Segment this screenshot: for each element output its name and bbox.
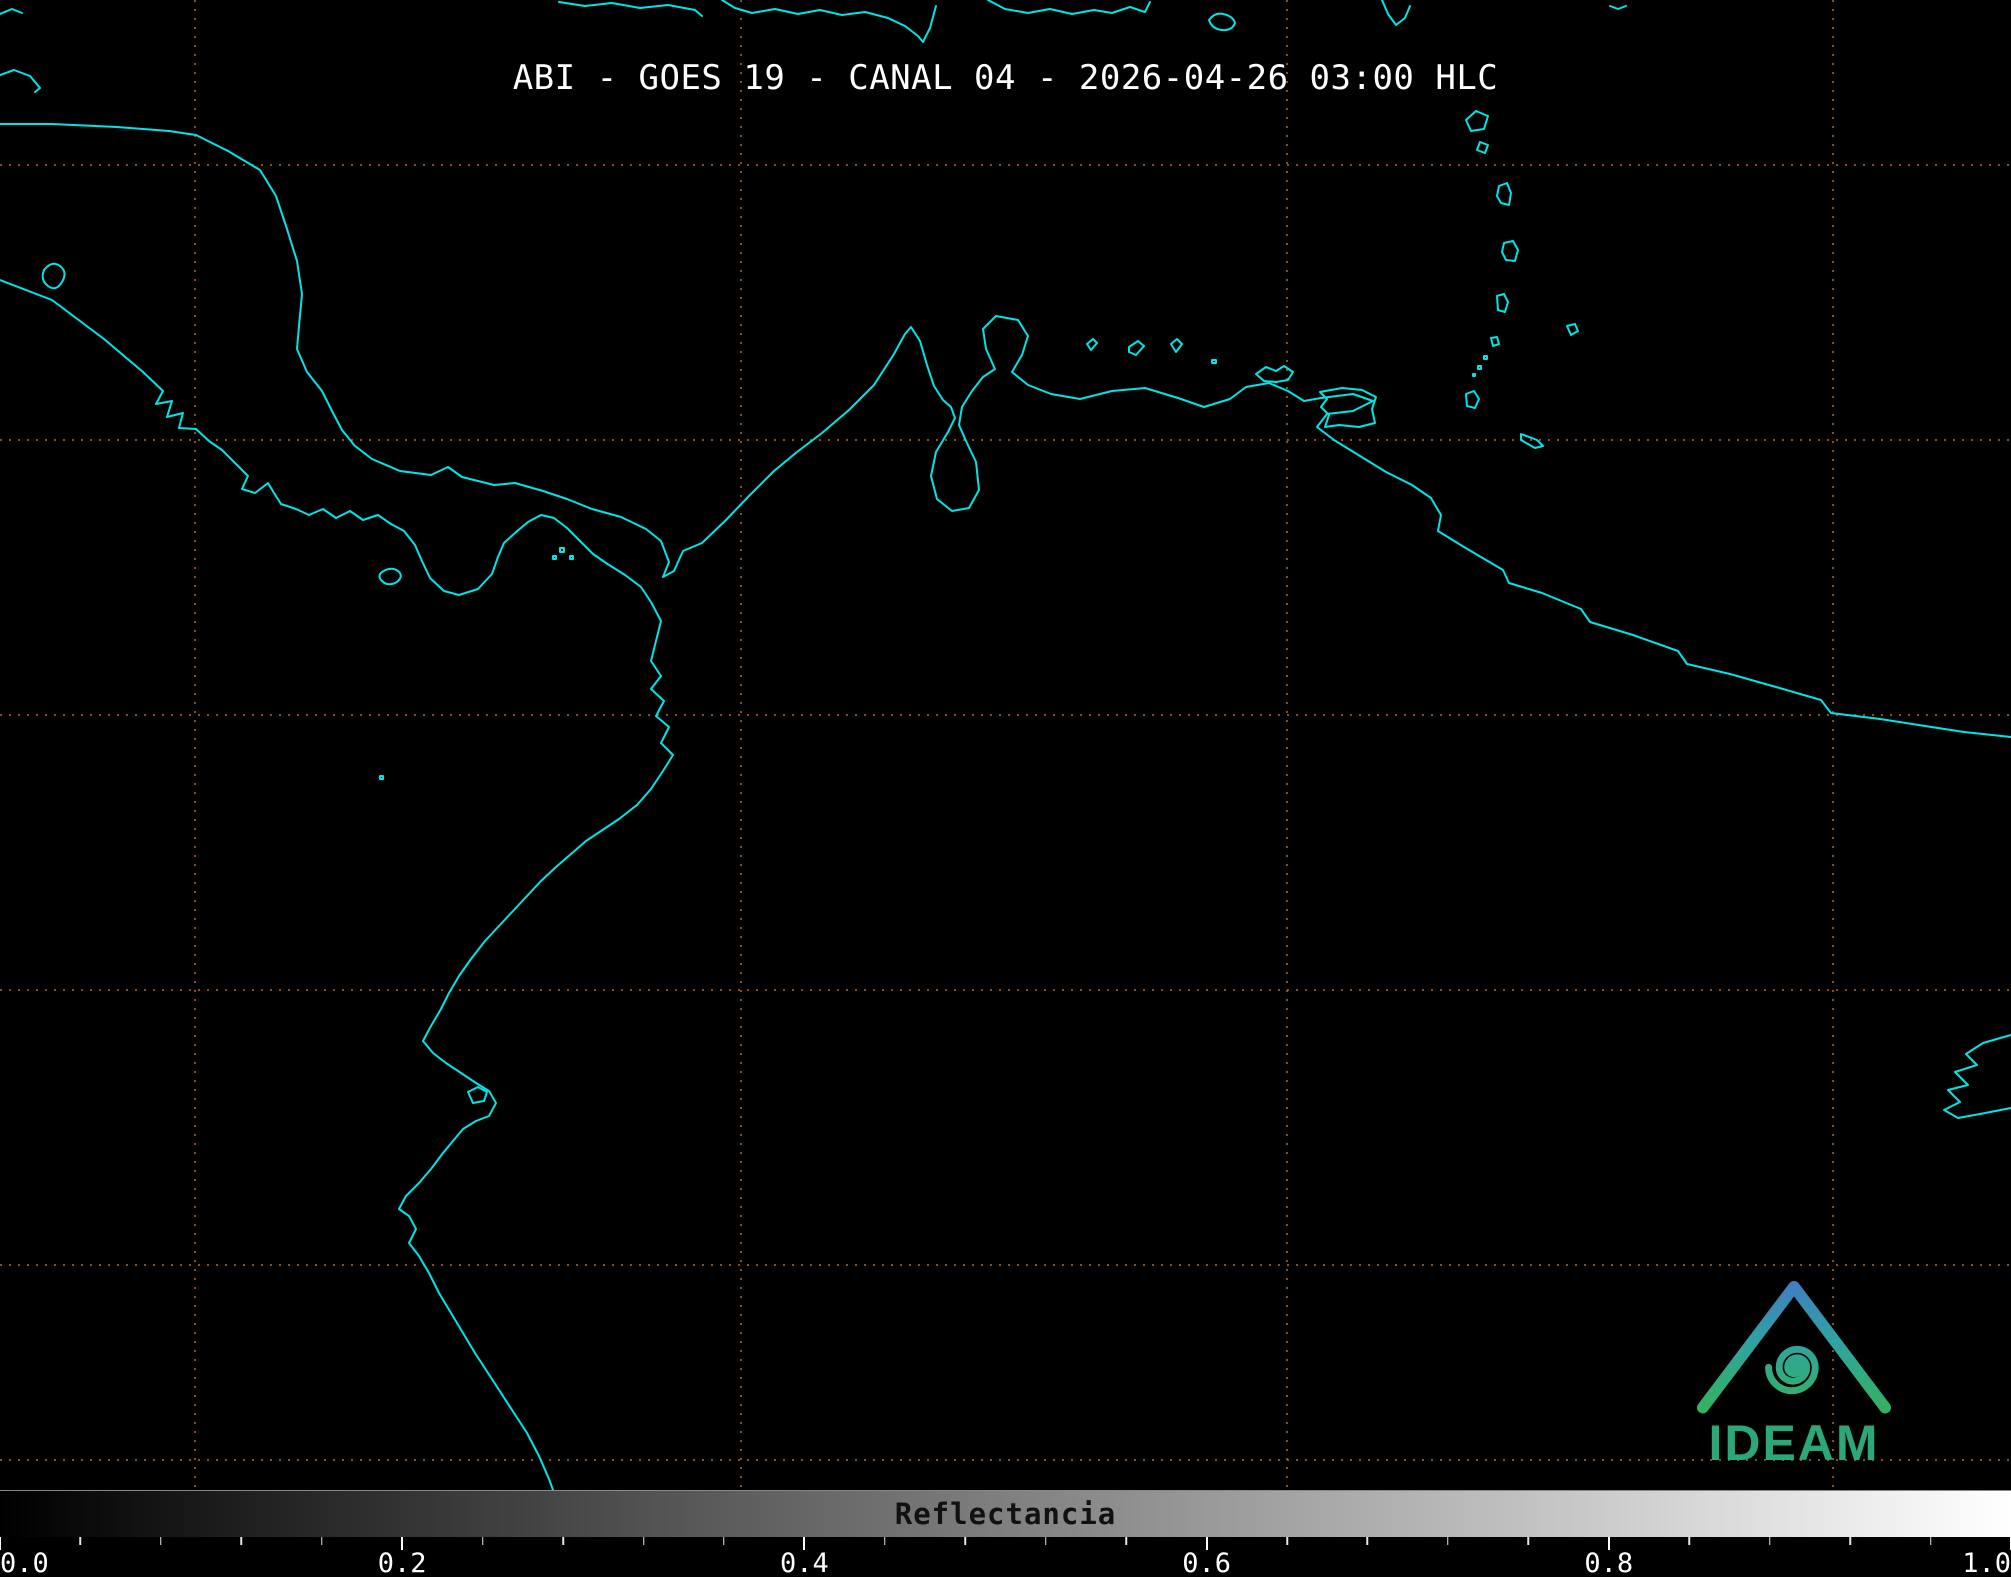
- map-area: ABI - GOES 19 - CANAL 04 - 2026-04-26 03…: [0, 0, 2011, 1490]
- coastline-pacific: [0, 279, 674, 1490]
- colorbar-minor-tick: [562, 1537, 564, 1545]
- colorbar: Reflectancia: [0, 1490, 2011, 1537]
- colorbar-minor-tick: [79, 1537, 82, 1545]
- colorbar-minor-tick: [1527, 1537, 1530, 1545]
- river-line: [1943, 1034, 2011, 1119]
- colorbar-minor-tick: [1286, 1537, 1288, 1545]
- image-title: ABI - GOES 19 - CANAL 04 - 2026-04-26 03…: [512, 58, 1499, 98]
- colorbar-minor-tick: [723, 1537, 725, 1545]
- colorbar-label: Reflectancia: [894, 1497, 1117, 1531]
- colorbar-tick-label: 0.2: [377, 1548, 427, 1577]
- coastline-caribbean-south-america: [0, 123, 2011, 738]
- colorbar-tick-label: 0.0: [0, 1548, 49, 1577]
- colorbar-minor-tick: [642, 1537, 645, 1545]
- colorbar-minor-tick: [1929, 1537, 1932, 1545]
- colorbar-minor-tick: [1849, 1537, 1851, 1545]
- colorbar-minor-tick: [1366, 1537, 1369, 1545]
- colorbar-minor-tick: [964, 1537, 967, 1545]
- colorbar-minor-tick: [240, 1537, 243, 1545]
- colorbar-minor-tick: [481, 1537, 484, 1545]
- colorbar-tick-label: 0.6: [1182, 1548, 1231, 1577]
- ideam-logo-text: IDEAM: [1708, 1415, 1880, 1471]
- satellite-image-figure: ABI - GOES 19 - CANAL 04 - 2026-04-26 03…: [0, 0, 2011, 1577]
- colorbar-tick-label: 0.8: [1584, 1548, 1634, 1577]
- hurricane-swirl-icon: [1765, 1345, 1819, 1395]
- colorbar-minor-tick: [160, 1537, 162, 1545]
- islands: [41, 12, 1579, 1104]
- ideam-logo: IDEAM: [1688, 1255, 1900, 1475]
- colorbar-minor-tick: [1125, 1537, 1127, 1545]
- colorbar-minor-tick: [1768, 1537, 1771, 1545]
- ideam-logo-mark: [1697, 1280, 1891, 1414]
- colorbar-tick-label: 1.0: [1962, 1548, 2011, 1577]
- colorbar-minor-tick: [884, 1537, 886, 1545]
- colorbar-minor-tick: [1447, 1537, 1449, 1545]
- colorbar-minor-tick: [1688, 1537, 1690, 1545]
- colorbar-minor-tick: [321, 1537, 323, 1545]
- colorbar-ticks: 0.0 0.2 0.4 0.6 0.8 1.0: [0, 1537, 2011, 1577]
- colorbar-minor-tick: [1044, 1537, 1047, 1545]
- colorbar-tick-label: 0.4: [780, 1548, 829, 1577]
